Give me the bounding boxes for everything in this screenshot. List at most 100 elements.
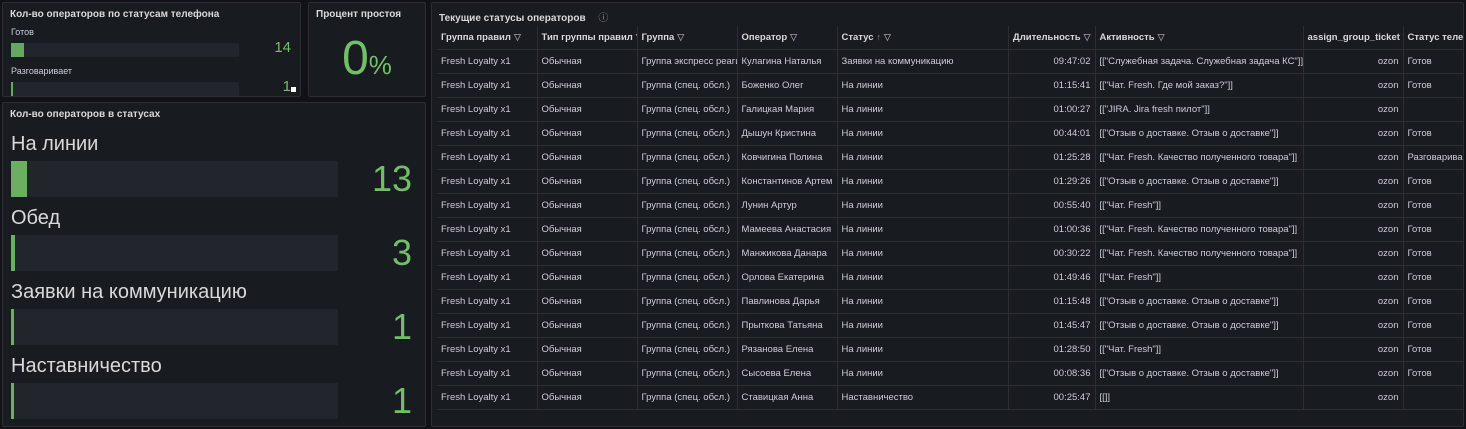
status-bar	[11, 309, 338, 345]
filter-icon[interactable]: ▽	[514, 32, 521, 42]
table-cell: [["Чат. Fresh. Где мой заказ?"]]	[1095, 73, 1304, 98]
phone-status-label: Готов	[11, 27, 34, 37]
table-cell: На линии	[837, 193, 1009, 218]
table-cell: Орлова Екатерина	[737, 265, 838, 290]
table-cell: Группа (спец. обсл.)	[637, 217, 738, 242]
table-cell: Группа (спец. обсл.)	[637, 145, 738, 170]
table-cell: На линии	[837, 169, 1009, 194]
operators-table-panel: Текущие статусы операторов ⓘ Группа прав…	[431, 2, 1464, 427]
panel-title: Кол-во операторов в статусах	[10, 109, 161, 120]
column-header[interactable]: Оператор ▽	[737, 26, 838, 50]
column-header[interactable]: Статус телефона▽	[1403, 26, 1463, 50]
sort-ascending-icon[interactable]: ↑	[877, 32, 882, 42]
table-row[interactable]: Fresh Loyalty x1 Обычная Группа (спец. обс…	[437, 241, 1463, 266]
column-header[interactable]: Длительность ▽	[1008, 26, 1096, 50]
info-icon[interactable]: ⓘ	[598, 13, 608, 24]
status-bar	[11, 383, 338, 419]
table-cell: Сысоева Елена	[737, 361, 838, 386]
status-label: Наставничество	[11, 355, 162, 377]
table-cell: ozon	[1303, 361, 1404, 386]
panel-title-text: Текущие статусы операторов	[439, 13, 586, 24]
column-header[interactable]: Тип группы правил▽	[537, 26, 638, 50]
filter-icon[interactable]: ▽	[1158, 32, 1165, 42]
table-row[interactable]: Fresh Loyalty x1 Обычная Группа (спец. обс…	[437, 217, 1463, 242]
table-cell: Готов	[1403, 121, 1463, 146]
table-cell: [[]]	[1095, 385, 1304, 410]
table-cell: Обычная	[537, 265, 638, 290]
table-cell: 01:45:47	[1008, 313, 1096, 338]
column-header[interactable]: assign_group_ticket▽	[1303, 26, 1404, 50]
table-row[interactable]: Fresh Loyalty x1 Обычная Группа (спец. обс…	[437, 289, 1463, 314]
table-cell: 01:28:50	[1008, 337, 1096, 362]
table-cell: ozon	[1303, 73, 1404, 98]
status-value: 1	[391, 380, 412, 421]
panel-title: Кол-во операторов по статусам телефона	[10, 9, 220, 20]
table-cell: Готов	[1403, 193, 1463, 218]
table-cell: Обычная	[537, 217, 638, 242]
table-cell: Fresh Loyalty x1	[437, 241, 538, 266]
column-header-label: Длительность	[1012, 32, 1081, 43]
filter-icon[interactable]: ▽	[884, 32, 891, 42]
column-header[interactable]: Группа ▽	[637, 26, 738, 50]
column-header-label: Активность	[1099, 32, 1155, 43]
table-cell: 01:49:46	[1008, 265, 1096, 290]
table-row[interactable]: Fresh Loyalty x1 Обычная Группа (спец. обс…	[437, 313, 1463, 338]
table-cell: Обычная	[537, 361, 638, 386]
status-bar-fill	[11, 161, 28, 197]
table-cell: Группа (спец. обсл.)	[637, 265, 738, 290]
column-header-label: Группа	[641, 32, 675, 43]
table-cell: ozon	[1303, 337, 1404, 362]
column-header-label: Группа правил	[441, 32, 511, 43]
table-row[interactable]: Fresh Loyalty x1 Обычная Группа (спец. обс…	[437, 121, 1463, 146]
phone-status-bar	[11, 82, 239, 96]
status-value: 13	[371, 158, 412, 199]
column-header-label: assign_group_ticket	[1307, 32, 1400, 43]
table-cell: Группа экспресс реагирования	[637, 49, 738, 74]
filter-icon[interactable]: ▽	[790, 32, 797, 42]
table-cell: На линии	[837, 145, 1009, 170]
table-cell: [["Отзыв о доставке. Отзыв о доставке"]]	[1095, 169, 1304, 194]
table-cell: 00:55:40	[1008, 193, 1096, 218]
table-cell: Обычная	[537, 313, 638, 338]
table-cell: [["Отзыв о доставке. Отзыв о доставке"]]	[1095, 313, 1304, 338]
table-cell: Fresh Loyalty x1	[437, 121, 538, 146]
table-cell: 01:00:27	[1008, 97, 1096, 122]
table-cell: [["Чат. Fresh. Качество полученного това…	[1095, 145, 1304, 170]
table-cell: Обычная	[537, 241, 638, 266]
status-label: Обед	[11, 207, 61, 229]
column-header[interactable]: Группа правил ▽	[437, 26, 538, 50]
idle-percent-panel: Процент простоя 0%	[308, 2, 426, 97]
table-cell: Ковчигина Полина	[737, 145, 838, 170]
table-cell: Лунин Артур	[737, 193, 838, 218]
table-cell: ozon	[1303, 193, 1404, 218]
table-row[interactable]: Fresh Loyalty x1 Обычная Группа (спец. обс…	[437, 193, 1463, 218]
column-header[interactable]: Активность ▽	[1095, 26, 1304, 50]
table-cell: ozon	[1303, 121, 1404, 146]
table-cell: [["Чат. Fresh"]]	[1095, 265, 1304, 290]
table-row[interactable]: Fresh Loyalty x1 Обычная Группа экспресс р…	[437, 49, 1463, 74]
table-cell: ozon	[1303, 385, 1404, 410]
table-row[interactable]: Fresh Loyalty x1 Обычная Группа (спец. обс…	[437, 73, 1463, 98]
resize-handle[interactable]	[291, 87, 296, 92]
table-row[interactable]: Fresh Loyalty x1 Обычная Группа (спец. обс…	[437, 337, 1463, 362]
table-cell: Обычная	[537, 73, 638, 98]
table-row[interactable]: Fresh Loyalty x1 Обычная Группа (спец. обс…	[437, 385, 1463, 410]
table-row[interactable]: Fresh Loyalty x1 Обычная Группа (спец. обс…	[437, 265, 1463, 290]
column-header[interactable]: Статус ↑ ▽	[837, 26, 1009, 50]
table-row[interactable]: Fresh Loyalty x1 Обычная Группа (спец. обс…	[437, 361, 1463, 386]
table-row[interactable]: Fresh Loyalty x1 Обычная Группа (спец. обс…	[437, 97, 1463, 122]
table-row[interactable]: Fresh Loyalty x1 Обычная Группа (спец. обс…	[437, 169, 1463, 194]
table-cell: Галицкая Мария	[737, 97, 838, 122]
operators-table: Группа правил▽Тип группы правил▽Группа▽О…	[437, 26, 1463, 410]
column-header-label: Оператор	[741, 32, 788, 43]
phone-status-bar-fill	[11, 82, 14, 96]
table-cell: На линии	[837, 121, 1009, 146]
table-cell: На линии	[837, 361, 1009, 386]
filter-icon[interactable]: ▽	[677, 32, 684, 42]
table-cell: На линии	[837, 289, 1009, 314]
table-row[interactable]: Fresh Loyalty x1 Обычная Группа (спец. обс…	[437, 145, 1463, 170]
table-cell: ozon	[1303, 265, 1404, 290]
filter-icon[interactable]: ▽	[1084, 32, 1091, 42]
status-bar-fill	[11, 309, 15, 345]
table-cell: [["Отзыв о доставке. Отзыв о доставке"]]	[1095, 289, 1304, 314]
